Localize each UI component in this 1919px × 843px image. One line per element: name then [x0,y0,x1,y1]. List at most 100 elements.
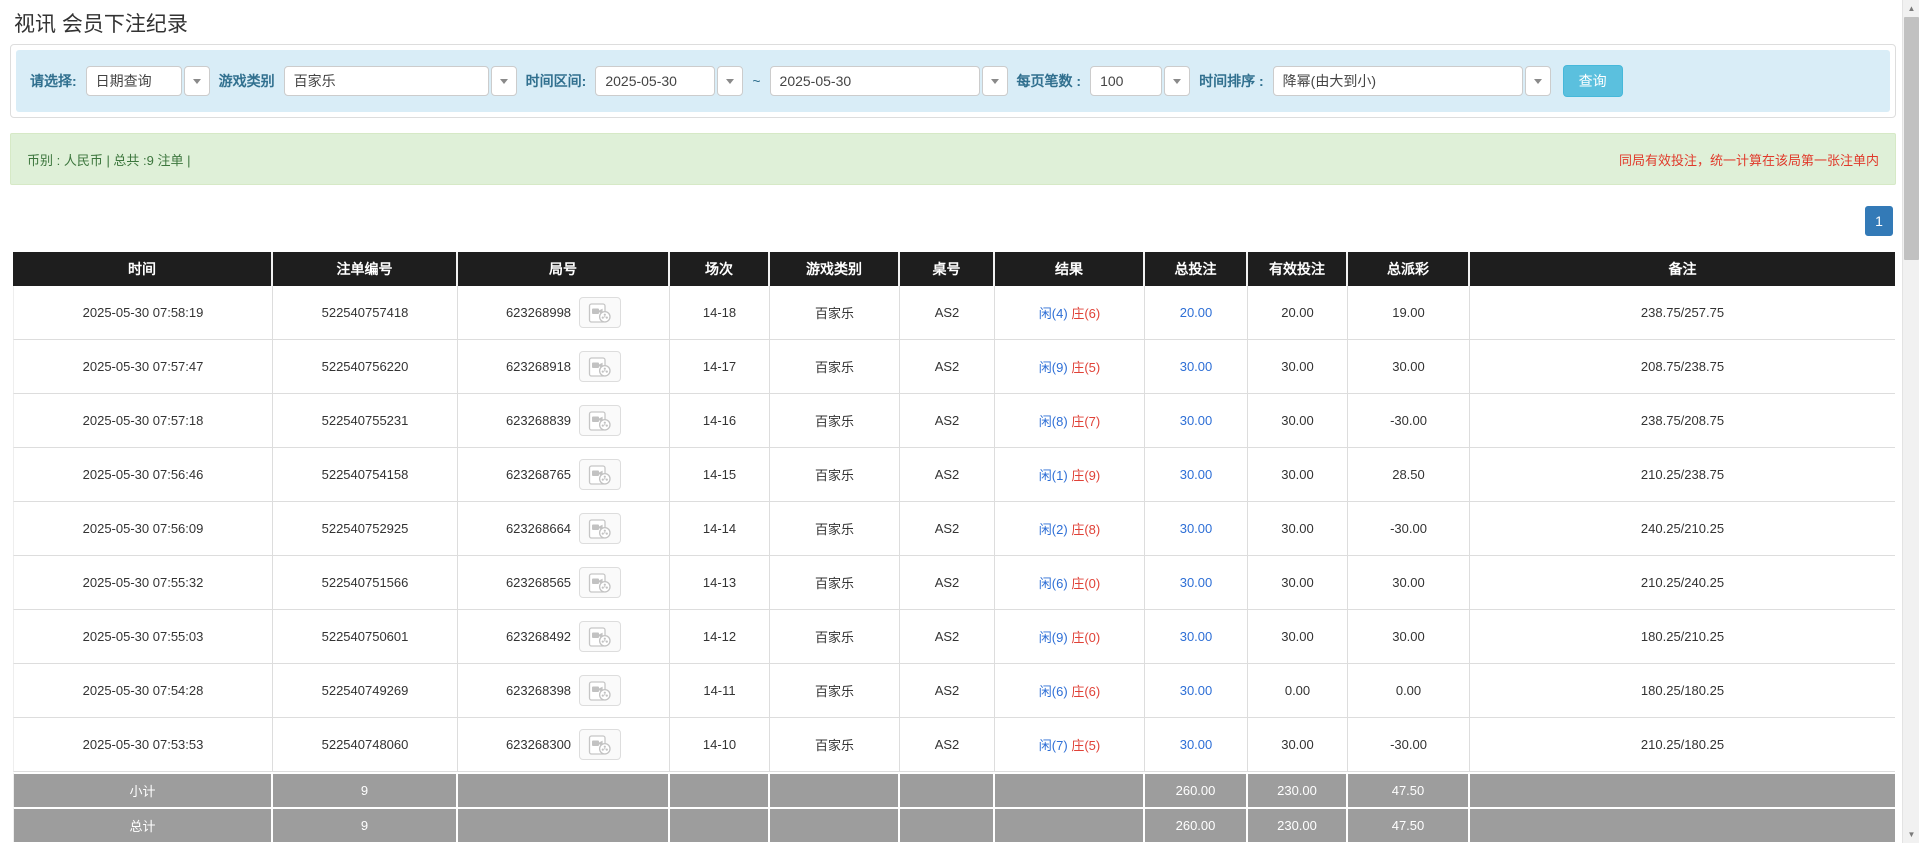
payout-cell: 30.00 [1348,340,1470,394]
header-valid-bet: 有效投注 [1248,252,1348,286]
search-button[interactable]: 查询 [1563,65,1623,97]
date-to-value[interactable]: 2025-05-30 [770,66,980,96]
banker-result: 庄(6) [1071,306,1100,321]
video-replay-button[interactable] [579,459,621,490]
scroll-up-icon[interactable]: ▲ [1903,0,1919,17]
game-type-combobox[interactable]: 百家乐 [284,66,517,96]
video-replay-button[interactable] [579,351,621,382]
bet-id-cell: 522540748060 [273,718,458,772]
date-to-combobox[interactable]: 2025-05-30 [770,66,1008,96]
video-replay-button[interactable] [579,567,621,598]
total-bet-link[interactable]: 30.00 [1180,575,1213,590]
player-result: 闲(8) [1039,414,1068,429]
grand-total-row-remark [1470,807,1895,842]
subtotal-row-session [670,772,770,807]
valid-bet-cell: 20.00 [1248,286,1348,340]
subtotal-row-bet-id: 9 [273,772,458,807]
round-id-wrap: 623268492 [506,621,621,652]
time-cell: 2025-05-30 07:56:09 [13,502,273,556]
bet-id-cell: 522540750601 [273,610,458,664]
time-cell: 2025-05-30 07:58:19 [13,286,273,340]
bet-id-cell: 522540752925 [273,502,458,556]
page-size-value[interactable]: 100 [1090,66,1162,96]
date-from-combobox[interactable]: 2025-05-30 [595,66,743,96]
result-cell: 闲(8) 庄(7) [995,394,1145,448]
round-id-wrap: 623268839 [506,405,621,436]
table-no-cell: AS2 [900,610,995,664]
payout-cell: 30.00 [1348,556,1470,610]
video-file-icon [588,735,612,755]
total-bet-link[interactable]: 30.00 [1180,737,1213,752]
video-replay-button[interactable] [579,405,621,436]
valid-bet-cell: 0.00 [1248,664,1348,718]
banker-result: 庄(6) [1071,684,1100,699]
header-total-bet: 总投注 [1145,252,1248,286]
chevron-down-icon[interactable] [717,66,743,96]
select-type-value[interactable]: 日期查询 [86,66,182,96]
result-cell: 闲(6) 庄(6) [995,664,1145,718]
video-replay-button[interactable] [579,621,621,652]
video-replay-button[interactable] [579,513,621,544]
table-no-cell: AS2 [900,502,995,556]
page-size-label: 每页笔数 : [1017,71,1082,91]
chevron-down-icon[interactable] [491,66,517,96]
total-bet-link[interactable]: 30.00 [1180,467,1213,482]
table-row: 2025-05-30 07:58:19522540757418623268998… [13,286,1895,340]
bet-id-cell: 522540755231 [273,394,458,448]
session-cell: 14-12 [670,610,770,664]
time-cell: 2025-05-30 07:53:53 [13,718,273,772]
video-file-icon [588,357,612,377]
payout-cell: 30.00 [1348,610,1470,664]
total-bet-link[interactable]: 30.00 [1180,521,1213,536]
video-replay-button[interactable] [579,675,621,706]
game-type-cell: 百家乐 [770,664,900,718]
table-body: 2025-05-30 07:58:19522540757418623268998… [13,286,1895,842]
round-id-value: 623268998 [506,305,571,320]
video-replay-button[interactable] [579,729,621,760]
round-id-value: 623268398 [506,683,571,698]
session-cell: 14-18 [670,286,770,340]
banker-result: 庄(9) [1071,468,1100,483]
valid-bet-cell: 30.00 [1248,502,1348,556]
remark-cell: 240.25/210.25 [1470,502,1895,556]
scroll-down-icon[interactable]: ▼ [1903,826,1919,843]
page-title: 视讯 会员下注纪录 [14,8,188,38]
vertical-scrollbar[interactable]: ▲ ▼ [1902,0,1919,843]
select-type-combobox[interactable]: 日期查询 [86,66,210,96]
video-replay-button[interactable] [579,297,621,328]
table-row: 2025-05-30 07:57:18522540755231623268839… [13,394,1895,448]
total-bet-link[interactable]: 20.00 [1180,305,1213,320]
total-bet-link[interactable]: 30.00 [1180,413,1213,428]
game-type-value[interactable]: 百家乐 [284,66,489,96]
sort-order-combobox[interactable]: 降幂(由大到小) [1273,66,1551,96]
scroll-thumb[interactable] [1904,17,1919,260]
total-bet-link[interactable]: 30.00 [1180,629,1213,644]
chevron-down-icon[interactable] [982,66,1008,96]
grand-total-row-game-type [770,807,900,842]
grand-total-row-payout: 47.50 [1348,807,1470,842]
payout-cell: -30.00 [1348,502,1470,556]
round-id-value: 623268492 [506,629,571,644]
table-no-cell: AS2 [900,394,995,448]
chevron-down-icon[interactable] [1525,66,1551,96]
valid-bet-cell: 30.00 [1248,448,1348,502]
total-bet-cell: 20.00 [1145,286,1248,340]
date-from-value[interactable]: 2025-05-30 [595,66,715,96]
page-1-button[interactable]: 1 [1865,206,1893,236]
remark-cell: 210.25/238.75 [1470,448,1895,502]
page-size-combobox[interactable]: 100 [1090,66,1190,96]
chevron-down-icon[interactable] [184,66,210,96]
session-cell: 14-16 [670,394,770,448]
grand-total-row: 总计9260.00230.0047.50 [13,807,1895,842]
total-bet-link[interactable]: 30.00 [1180,683,1213,698]
session-cell: 14-15 [670,448,770,502]
chevron-down-icon[interactable] [1164,66,1190,96]
table-no-cell: AS2 [900,448,995,502]
video-file-icon [588,519,612,539]
sort-order-value[interactable]: 降幂(由大到小) [1273,66,1523,96]
video-file-icon [588,573,612,593]
result-cell: 闲(6) 庄(0) [995,556,1145,610]
session-cell: 14-11 [670,664,770,718]
result-cell: 闲(2) 庄(8) [995,502,1145,556]
total-bet-link[interactable]: 30.00 [1180,359,1213,374]
